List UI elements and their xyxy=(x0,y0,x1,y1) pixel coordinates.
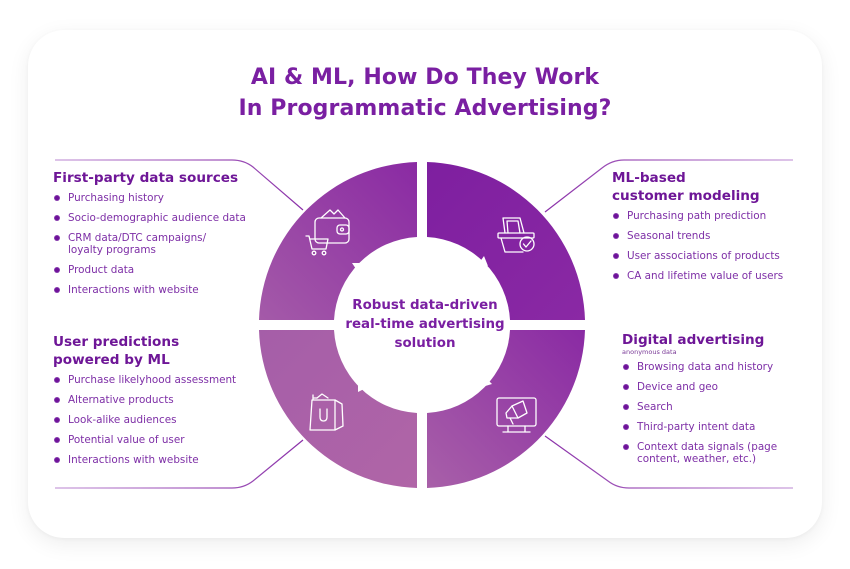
list-item: CRM data/DTC campaigns/ loyalty programs xyxy=(53,232,233,256)
list-item: Device and geo xyxy=(622,381,817,393)
ring-segment-bottom-right xyxy=(427,330,585,488)
list-item: Purchasing history xyxy=(53,192,293,204)
list-item: Third-party intent data xyxy=(622,421,817,433)
bullet-list: Purchasing path prediction Seasonal tren… xyxy=(612,210,812,282)
list-item: Potential value of user xyxy=(53,434,293,446)
block-heading: ML-based customer modeling xyxy=(612,169,812,205)
list-item: Purchase likelyhood assessment xyxy=(53,374,293,386)
list-item: User associations of products xyxy=(612,250,812,262)
list-item: Browsing data and history xyxy=(622,361,817,373)
center-line-3: solution xyxy=(394,336,456,351)
list-item: Interactions with website xyxy=(53,284,293,296)
heading-line: First-party data sources xyxy=(53,170,239,186)
list-item: Purchasing path prediction xyxy=(612,210,812,222)
list-item: Look-alike audiences xyxy=(53,414,293,426)
center-label: Robust data-driven real-time advertising… xyxy=(330,296,520,353)
list-item: Interactions with website xyxy=(53,454,293,466)
bullet-list: Purchasing history Socio-demographic aud… xyxy=(53,192,293,296)
heading-line: ML-based xyxy=(612,170,686,186)
block-heading: Digital advertising xyxy=(622,331,817,349)
bullet-list: Browsing data and history Device and geo… xyxy=(622,361,817,465)
list-item: Alternative products xyxy=(53,394,293,406)
center-line-2: real-time advertising xyxy=(345,317,505,332)
block-subheading: anonymous data xyxy=(622,348,677,356)
block-heading: First-party data sources xyxy=(53,169,293,187)
heading-line: User predictions xyxy=(53,334,180,350)
block-ml-customer-modeling: ML-based customer modeling Purchasing pa… xyxy=(612,169,812,290)
heading-line: customer modeling xyxy=(612,188,760,204)
block-heading: User predictions powered by ML xyxy=(53,333,293,369)
list-item: Socio-demographic audience data xyxy=(53,212,293,224)
block-first-party-data: First-party data sources Purchasing hist… xyxy=(53,169,293,304)
heading-line: powered by ML xyxy=(53,352,170,368)
list-item: CA and lifetime value of users xyxy=(612,270,812,282)
heading-line: Digital advertising xyxy=(622,332,765,348)
list-item: Search xyxy=(622,401,817,413)
block-user-predictions: User predictions powered by ML Purchase … xyxy=(53,333,293,474)
center-line-1: Robust data-driven xyxy=(352,298,498,313)
block-digital-advertising: Digital advertising anonymous data Brows… xyxy=(622,331,817,473)
bullet-list: Purchase likelyhood assessment Alternati… xyxy=(53,374,293,466)
list-item: Seasonal trends xyxy=(612,230,812,242)
list-item: Context data signals (page content, weat… xyxy=(622,441,802,465)
list-item: Product data xyxy=(53,264,293,276)
